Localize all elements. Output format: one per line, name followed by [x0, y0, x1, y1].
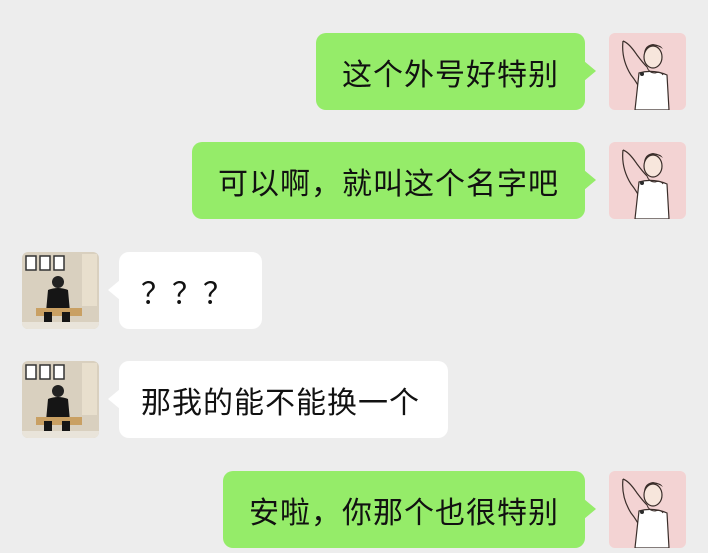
message-text: 这个外号好特别 — [342, 57, 559, 93]
message-row-other: 那我的能不能换一个 — [22, 361, 448, 438]
avatar-woman[interactable] — [609, 471, 686, 548]
man-avatar-icon — [22, 252, 99, 329]
message-bubble[interactable]: 那我的能不能换一个 — [108, 361, 448, 438]
message-bubble[interactable]: 安啦，你那个也很特别 — [223, 471, 596, 548]
message-text: 那我的能不能换一个 — [141, 385, 420, 421]
avatar-woman[interactable] — [609, 33, 686, 110]
woman-avatar-icon — [609, 142, 686, 219]
avatar-man[interactable] — [22, 252, 99, 329]
woman-avatar-icon — [609, 33, 686, 110]
message-row-self: 这个外号好特别 — [316, 33, 686, 110]
woman-avatar-icon — [609, 471, 686, 548]
avatar-man[interactable] — [22, 361, 99, 438]
message-bubble[interactable]: 这个外号好特别 — [316, 33, 596, 110]
man-avatar-icon — [22, 361, 99, 438]
message-text: 可以啊，就叫这个名字吧 — [218, 166, 559, 202]
message-text: 安啦，你那个也很特别 — [249, 495, 559, 531]
message-row-self: 安啦，你那个也很特别 — [223, 471, 686, 548]
chat-area: 这个外号好特别 可以啊，就叫这个名字吧 ？？？ 那我的能不能换一个 安啦，你那个… — [0, 0, 708, 553]
message-bubble[interactable]: 可以啊，就叫这个名字吧 — [192, 142, 596, 219]
message-text: ？？？ — [141, 276, 234, 312]
message-row-self: 可以啊，就叫这个名字吧 — [192, 142, 686, 219]
message-row-other: ？？？ — [22, 252, 262, 329]
avatar-woman[interactable] — [609, 142, 686, 219]
message-bubble[interactable]: ？？？ — [108, 252, 262, 329]
